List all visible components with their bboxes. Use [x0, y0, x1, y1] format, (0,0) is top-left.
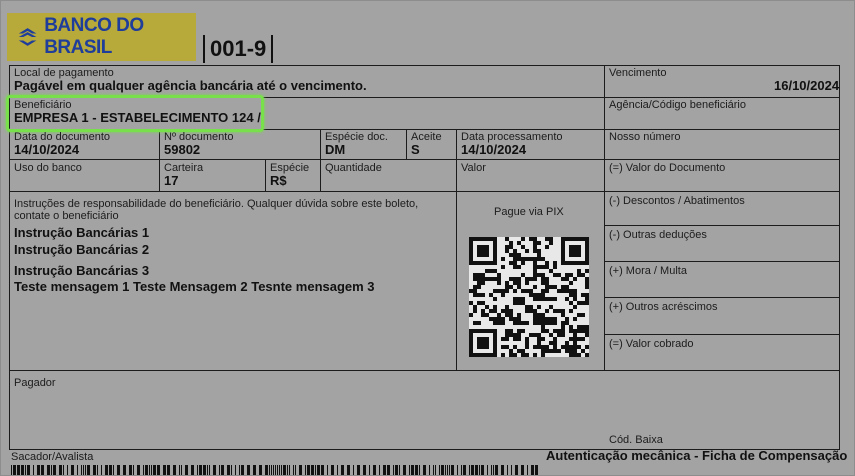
divider	[320, 129, 321, 191]
nosso-numero-label: Nosso número	[609, 131, 681, 143]
local-pagamento-value: Pagável em qualquer agência bancária até…	[14, 78, 367, 93]
especie-value: R$	[270, 173, 287, 188]
divider	[159, 129, 160, 191]
carteira-value: 17	[164, 173, 179, 188]
barcode	[11, 465, 538, 475]
valor-documento-label: (=) Valor do Documento	[609, 162, 726, 174]
sacador-label: Sacador/Avalista	[11, 451, 94, 463]
authentication-label: Autenticação mecânica - Ficha de Compens…	[546, 448, 848, 463]
divider	[9, 159, 840, 160]
uso-banco-label: Uso do banco	[14, 162, 82, 174]
outros-acrescimos-label: (+) Outros acréscimos	[609, 301, 718, 313]
mora-label: (+) Mora / Multa	[609, 265, 687, 277]
divider	[9, 191, 840, 192]
valor-cobrado-label: (=) Valor cobrado	[609, 338, 694, 350]
instructions-header-line1: Instruções de responsabilidade do benefi…	[14, 198, 419, 210]
cod-baixa-label: Cód. Baixa	[609, 434, 663, 446]
divider	[604, 261, 840, 262]
data-documento-value: 14/10/2024	[14, 142, 80, 157]
instruction-line: Teste mensagem 1 Teste Mensagem 2 Tesnte…	[14, 279, 375, 294]
instruction-line: Instrução Bancárias 3	[14, 263, 150, 278]
divider	[604, 334, 840, 335]
instructions-header-line2: contate o beneficiário	[14, 210, 119, 222]
divider	[265, 159, 266, 191]
especie-doc-value: DM	[325, 142, 346, 157]
agencia-label: Agência/Código beneficiário	[609, 99, 746, 111]
instruction-line: Instrução Bancárias 2	[14, 242, 150, 257]
outras-deducoes-label: (-) Outras deduções	[609, 229, 707, 241]
divider	[9, 370, 840, 371]
numero-documento-value: 59802	[164, 142, 201, 157]
quantidade-label: Quantidade	[325, 162, 382, 174]
bank-code: 001-9	[203, 35, 274, 63]
boleto-document: BANCO DO BRASIL 001-9 Local de pagamento…	[0, 0, 855, 476]
aceite-value: S	[411, 142, 420, 157]
banco-do-brasil-icon	[18, 28, 37, 46]
divider	[406, 129, 407, 159]
pix-qr-code	[469, 237, 589, 357]
divider	[604, 297, 840, 298]
divider	[604, 65, 605, 370]
pix-label: Pague via PIX	[494, 206, 564, 218]
valor-label: Valor	[461, 162, 486, 174]
data-processamento-value: 14/10/2024	[461, 142, 527, 157]
divider	[456, 191, 457, 370]
vencimento-value: 16/10/2024	[774, 78, 840, 93]
beneficiario-highlight	[6, 95, 264, 132]
bank-name: BANCO DO BRASIL	[44, 15, 144, 58]
descontos-label: (-) Descontos / Abatimentos	[609, 195, 745, 207]
divider	[456, 129, 457, 191]
divider	[9, 65, 840, 66]
pagador-label: Pagador	[14, 377, 56, 389]
vencimento-label: Vencimento	[609, 67, 667, 79]
bank-logo: BANCO DO BRASIL	[7, 13, 196, 61]
divider	[839, 65, 840, 449]
divider	[604, 225, 840, 226]
instruction-line: Instrução Bancárias 1	[14, 225, 150, 240]
